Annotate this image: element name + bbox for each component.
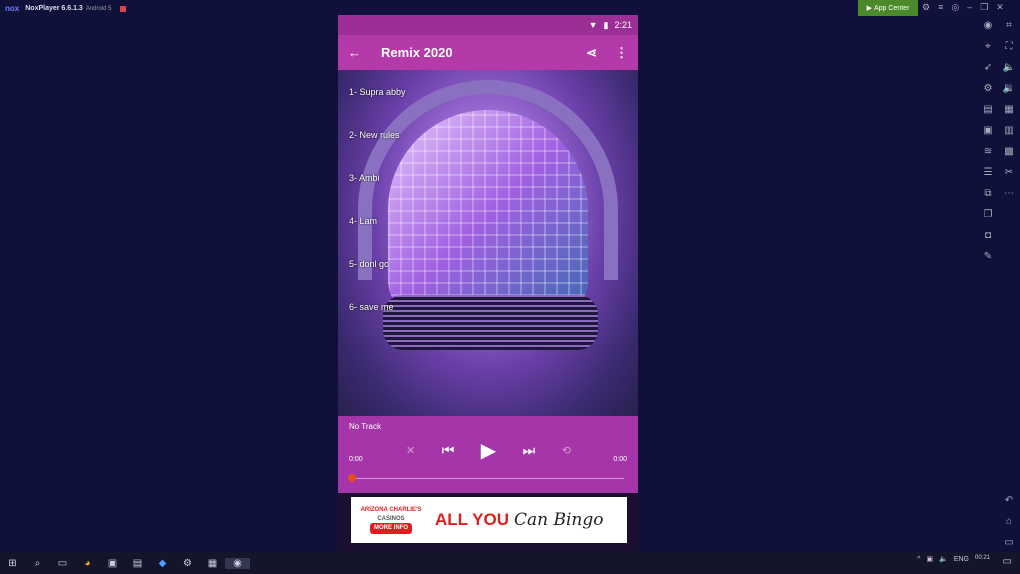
file-icon[interactable]: ▥ (1002, 125, 1016, 139)
minimize-icon[interactable]: – (967, 2, 972, 13)
tray-chevron-icon[interactable]: ^ (917, 556, 920, 563)
ad-headline: ALL YOU (435, 510, 509, 529)
explorer-icon[interactable]: ▤ (125, 558, 150, 569)
window-controls: ⚙ ≡ ◎ – ❐ ✕ (922, 2, 1004, 13)
app-center-label: App Center (873, 4, 910, 12)
edit-icon[interactable]: ✎ (981, 251, 995, 265)
app-title: NoxPlayer 6.6.1.3 (25, 5, 83, 12)
seek-bar[interactable] (348, 474, 624, 482)
system-tray: ^ ▣ 🔈 ENG 00:21 (917, 555, 990, 563)
shake-icon[interactable]: ▦ (1002, 104, 1016, 118)
current-track: No Track (349, 422, 382, 431)
list-icon[interactable]: ☰ (981, 167, 995, 181)
fullscreen-icon[interactable]: ⛶ (1002, 41, 1016, 55)
android-screen: ▼ ▮ 2:21 ← Remix 2020 ⋖ ⋮ 1- Supra abby 2… (338, 15, 638, 552)
chrome-icon[interactable]: ◕ (75, 558, 100, 569)
player-panel: No Track ✕ ⏮ ▶ ⏭ ⟲ 0:00 0:00 (338, 416, 638, 493)
nox-taskbar-icon[interactable]: ◉ (225, 557, 250, 569)
defender-icon[interactable]: ◆ (150, 558, 175, 569)
menu-icon[interactable]: ≡ (938, 2, 943, 13)
next-icon[interactable]: ⏭ (523, 442, 536, 459)
scissors-icon[interactable]: ✂ (1002, 167, 1016, 181)
ad-script: Can Bingo (514, 510, 604, 530)
speaker-icon[interactable]: 🔈 (939, 555, 948, 563)
emulator-sidebar-right: ⌗ ⛶ 🔈 🔉 ▦ ▥ ▩ ✂ ⋯ (1002, 20, 1016, 202)
more-icon[interactable]: ⋯ (1002, 188, 1016, 202)
seek-thumb[interactable] (348, 474, 356, 482)
folder-icon[interactable]: ▩ (1002, 146, 1016, 160)
ad-brand-sub: CASINOS (377, 515, 405, 522)
repeat-icon[interactable]: ⟲ (562, 444, 571, 457)
app-toolbar: ← Remix 2020 ⋖ ⋮ (338, 35, 638, 70)
rocket-icon[interactable]: ➶ (981, 62, 995, 76)
location-icon[interactable]: ⌖ (981, 41, 995, 55)
ad-banner[interactable]: ARIZONA CHARLIE'S CASINOS MORE INFO ALL YO… (351, 497, 627, 543)
nox-logo: nox (5, 4, 20, 13)
help-icon[interactable]: ◎ (951, 2, 959, 13)
ad-more-info-button[interactable]: MORE INFO (370, 523, 412, 534)
track-item[interactable]: 6- save me (338, 285, 638, 328)
status-time: 2:21 (614, 20, 632, 30)
ad-brand-name: ARIZONA CHARLIE'S (360, 507, 422, 514)
close-icon[interactable]: ✕ (996, 2, 1004, 13)
notifications-icon[interactable]: ▭ (1003, 556, 1012, 567)
clock[interactable]: 00:21 (975, 555, 990, 563)
back-arrow-icon[interactable]: ← (348, 45, 361, 60)
search-icon[interactable]: ⌕ (25, 558, 50, 569)
shuffle-icon[interactable]: ✕ (406, 444, 415, 457)
apk-icon[interactable]: ▤ (981, 104, 995, 118)
track-item[interactable]: 3- Ambi (338, 156, 638, 199)
language-indicator[interactable]: ENG (954, 556, 969, 563)
camera-icon[interactable]: ◘ (981, 230, 995, 244)
nav-back-icon[interactable]: ↶ (1002, 495, 1016, 509)
multi-icon[interactable]: ⧉ (981, 188, 995, 202)
volume-up-icon[interactable]: 🔈 (1002, 62, 1016, 76)
nav-buttons: ↶ ⌂ ▭ (1002, 495, 1016, 551)
nav-home-icon[interactable]: ⌂ (1002, 516, 1016, 530)
track-item[interactable]: 5- donl go (338, 242, 638, 285)
android-version: Android 5 (85, 5, 112, 12)
track-item[interactable]: 2- New rules (338, 113, 638, 156)
maximize-icon[interactable]: ❐ (980, 2, 988, 13)
duration-time: 0:00 (613, 456, 627, 463)
record-icon[interactable] (119, 5, 126, 12)
track-item[interactable]: 4- Lam (338, 199, 638, 242)
window-icon[interactable]: ❐ (981, 209, 995, 223)
network-icon[interactable]: ▣ (926, 555, 933, 563)
keyboard-icon[interactable]: ⌗ (1002, 20, 1016, 34)
status-bar: ▼ ▮ 2:21 (338, 15, 638, 35)
track-list: 1- Supra abby 2- New rules 3- Ambi 4- La… (338, 70, 638, 328)
playback-controls: ✕ ⏮ ▶ ⏭ ⟲ (406, 438, 571, 463)
play-icon[interactable]: ▶ (481, 438, 496, 463)
task-view-icon[interactable]: ▭ (50, 558, 75, 569)
wifi-icon: ▼ (588, 20, 598, 30)
volume-down-icon[interactable]: 🔉 (1002, 83, 1016, 97)
elapsed-time: 0:00 (349, 456, 363, 463)
more-options-icon[interactable]: ⋮ (615, 45, 628, 61)
media-icon[interactable]: ▦ (200, 558, 225, 569)
page-title: Remix 2020 (381, 45, 453, 60)
track-item[interactable]: 1- Supra abby (338, 70, 638, 113)
nav-recent-icon[interactable]: ▭ (1002, 537, 1016, 551)
macro-icon[interactable]: ≋ (981, 146, 995, 160)
previous-icon[interactable]: ⏮ (442, 442, 455, 459)
ad-brand: ARIZONA CHARLIE'S CASINOS MORE INFO (351, 506, 431, 534)
windows-start-icon[interactable]: ⊞ (0, 558, 25, 569)
windows-taskbar: ⊞ ⌕ ▭ ◕ ▣ ▤ ◆ ⚙ ▦ ◉ ^ ▣ 🔈 ENG 00:21 ▭ (0, 552, 1020, 574)
battery-icon: ▮ (603, 19, 609, 30)
app-icon[interactable]: ▣ (100, 558, 125, 569)
screen-icon[interactable]: ◉ (981, 20, 995, 34)
emulator-sidebar-left: ◉ ⌖ ➶ ⚙ ▤ ▣ ≋ ☰ ⧉ ❐ ◘ ✎ (981, 20, 995, 265)
share-icon[interactable]: ⋖ (586, 45, 597, 61)
settings-icon[interactable]: ⚙ (922, 2, 930, 13)
screenshot-icon[interactable]: ▣ (981, 125, 995, 139)
app-center-button[interactable]: ▶ App Center (858, 0, 918, 16)
gear-icon[interactable]: ⚙ (981, 83, 995, 97)
settings-taskbar-icon[interactable]: ⚙ (175, 558, 200, 569)
